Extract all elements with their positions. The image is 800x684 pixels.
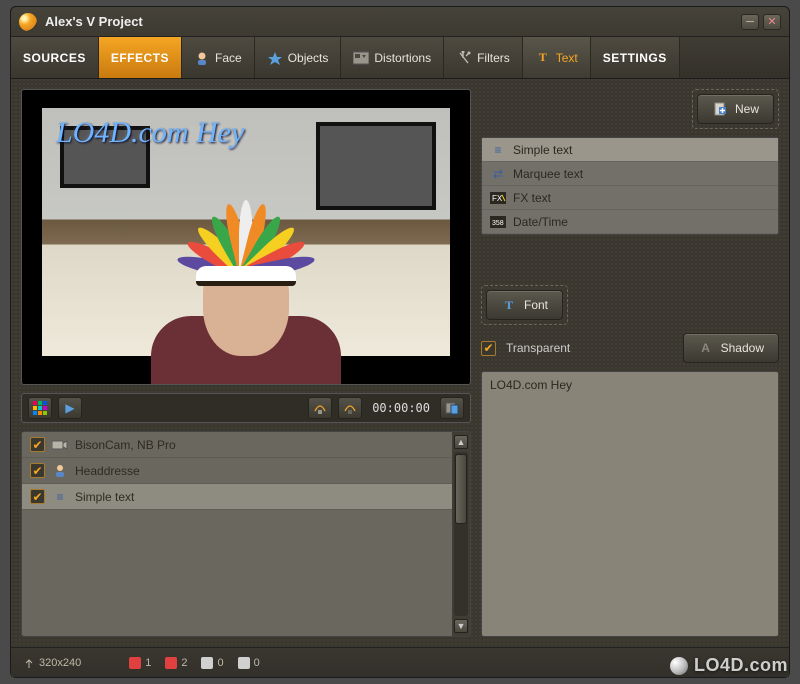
filters-icon xyxy=(456,50,472,66)
distortions-icon xyxy=(353,50,369,66)
video-preview: LO4D.com Hey xyxy=(21,89,471,385)
app-icon xyxy=(19,13,37,31)
close-button[interactable]: ✕ xyxy=(763,14,781,30)
font-button[interactable]: T Font xyxy=(486,290,563,320)
status-counter: 0 xyxy=(201,657,223,669)
text-icon: T xyxy=(535,50,551,66)
person-icon xyxy=(52,464,68,478)
content-area: LO4D.com Hey ▶ 00:00:00 xyxy=(11,79,789,647)
date-icon: 358 xyxy=(490,215,506,229)
color-grid-button[interactable] xyxy=(28,397,52,419)
text-lines-icon: ≡ xyxy=(490,143,506,157)
layer-checkbox[interactable]: ✔ xyxy=(30,437,45,452)
layer-row[interactable]: ✔ Headdresse xyxy=(22,458,452,484)
svg-text:358: 358 xyxy=(492,220,504,227)
svg-text:FX: FX xyxy=(492,194,503,203)
tab-filters[interactable]: Filters xyxy=(444,37,523,78)
overlay-text: LO4D.com Hey xyxy=(56,116,244,150)
tab-settings[interactable]: SETTINGS xyxy=(591,37,680,78)
objects-icon xyxy=(267,50,283,66)
layer-row[interactable]: ✔ ≡ Simple text xyxy=(22,484,452,510)
layer-label: Headdresse xyxy=(75,464,140,478)
shadow-button[interactable]: A Shadow xyxy=(683,333,779,363)
tab-sources[interactable]: SOURCES xyxy=(11,37,99,78)
marquee-icon: ⇄ xyxy=(490,167,506,181)
layer-label: BisonCam, NB Pro xyxy=(75,438,176,452)
globe-icon xyxy=(670,657,688,675)
layer-label: Simple text xyxy=(75,490,134,504)
text-input[interactable]: LO4D.com Hey xyxy=(481,371,779,637)
fx-icon: FX xyxy=(490,191,506,205)
timecode: 00:00:00 xyxy=(372,401,430,415)
status-counter: 1 xyxy=(129,657,151,669)
text-style-list: ≡ Simple text ⇄ Marquee text FX FX text … xyxy=(481,137,779,235)
text-style-marquee[interactable]: ⇄ Marquee text xyxy=(482,162,778,186)
tab-objects[interactable]: Objects xyxy=(255,37,342,78)
layer-scrollbar[interactable]: ▲ ▼ xyxy=(452,432,470,636)
titlebar: Alex's V Project ─ ✕ xyxy=(11,7,789,37)
tab-distortions[interactable]: Distortions xyxy=(341,37,444,78)
window-title: Alex's V Project xyxy=(45,14,737,29)
headdress-overlay xyxy=(156,198,336,286)
minimize-button[interactable]: ─ xyxy=(741,14,759,30)
text-style-datetime[interactable]: 358 Date/Time xyxy=(482,210,778,234)
layer-row[interactable]: ✔ BisonCam, NB Pro xyxy=(22,432,452,458)
watermark: LO4D.com xyxy=(670,655,788,676)
text-style-fx[interactable]: FX FX text xyxy=(482,186,778,210)
document-plus-icon xyxy=(712,101,728,117)
preview-toolbar: ▶ 00:00:00 xyxy=(21,393,471,423)
broadcast-2-button[interactable] xyxy=(338,397,362,419)
status-counter: 2 xyxy=(165,657,187,669)
status-counter: 0 xyxy=(238,657,260,669)
layer-list: ✔ BisonCam, NB Pro ✔ Headdresse ✔ ≡ Simp… xyxy=(21,431,471,637)
scroll-down-button[interactable]: ▼ xyxy=(454,619,468,633)
app-window: Alex's V Project ─ ✕ SOURCES EFFECTS Fac… xyxy=(10,6,790,678)
camera-icon xyxy=(52,438,68,452)
layer-checkbox[interactable]: ✔ xyxy=(30,463,45,478)
play-button[interactable]: ▶ xyxy=(58,397,82,419)
new-button[interactable]: New xyxy=(697,94,774,124)
tab-face[interactable]: Face xyxy=(182,37,255,78)
text-lines-icon: ≡ xyxy=(52,490,68,504)
resolution-indicator: 320x240 xyxy=(23,657,81,669)
broadcast-1-button[interactable] xyxy=(308,397,332,419)
scroll-thumb[interactable] xyxy=(455,454,467,524)
font-icon: T xyxy=(501,297,517,313)
shadow-icon: A xyxy=(698,340,714,356)
transparent-label: Transparent xyxy=(506,341,673,355)
tab-effects[interactable]: EFFECTS xyxy=(99,37,182,78)
transparent-checkbox[interactable]: ✔ xyxy=(481,341,496,356)
snapshot-button[interactable] xyxy=(440,397,464,419)
face-icon xyxy=(194,50,210,66)
tab-text[interactable]: T Text xyxy=(523,37,591,78)
antenna-icon xyxy=(23,657,35,669)
text-style-simple[interactable]: ≡ Simple text xyxy=(482,138,778,162)
layer-checkbox[interactable]: ✔ xyxy=(30,489,45,504)
main-tabs: SOURCES EFFECTS Face Objects Distortions… xyxy=(11,37,789,79)
scroll-up-button[interactable]: ▲ xyxy=(454,435,468,449)
